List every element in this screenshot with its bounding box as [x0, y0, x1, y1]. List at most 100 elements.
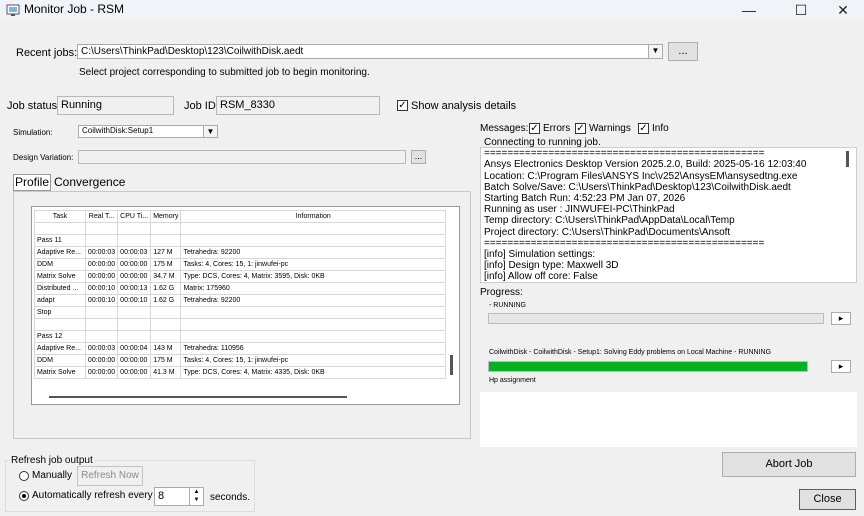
table-cell: 1.62 G: [150, 282, 182, 295]
table-row[interactable]: DDM 00:00:00 00:00:00 175 M Tasks: 4, Cores:…: [34, 258, 446, 271]
table-cell: [84, 306, 119, 319]
table-row[interactable]: Stop: [34, 306, 446, 319]
table-cell: [84, 234, 119, 247]
overall-expand-button[interactable]: ▸: [831, 312, 851, 325]
simulation-select[interactable]: CoilwithDisk:Setup1 ▼: [78, 125, 218, 138]
table-cell: 1.62 G: [150, 294, 182, 307]
table-cell: DDM: [34, 354, 86, 367]
errors-checkbox[interactable]: ✓: [529, 123, 540, 134]
message-line: Ansys Electronics Desktop Version 2025.2…: [484, 159, 807, 171]
spin-up-icon[interactable]: ▲: [190, 488, 203, 496]
task-expand-button[interactable]: ▸: [831, 360, 851, 373]
browse-button[interactable]: ...: [668, 42, 698, 61]
recent-jobs-combobox[interactable]: C:\Users\ThinkPad\Desktop\123\CoilwithDi…: [77, 44, 663, 59]
design-variation-label: Design Variation:: [13, 153, 74, 162]
messages-scroll-thumb[interactable]: [846, 151, 849, 167]
table-cell: Matrix Solve: [34, 366, 86, 379]
message-line: Temp directory: C:\Users\ThinkPad\AppDat…: [484, 215, 735, 227]
task-progress-bar: [488, 361, 808, 372]
table-cell: [150, 318, 182, 331]
tab-convergence[interactable]: Convergence: [54, 175, 125, 189]
table-cell: 00:00:00: [117, 258, 152, 271]
spin-down-icon[interactable]: ▼: [190, 496, 203, 504]
table-cell: [180, 306, 446, 319]
table-cell: 175 M: [150, 258, 182, 271]
table-row[interactable]: [34, 318, 446, 331]
info-checkbox[interactable]: ✓: [638, 123, 649, 134]
table-cell: [150, 234, 182, 247]
table-cell: [34, 222, 86, 235]
table-cell: Type: DCS, Cores: 4, Matrix: 4335, Disk:…: [180, 366, 446, 379]
table-cell: adapt: [34, 294, 86, 307]
table-cell: [150, 222, 182, 235]
table-row[interactable]: Pass 11: [34, 234, 446, 247]
maximize-button[interactable]: ☐: [778, 0, 824, 20]
table-row[interactable]: [34, 222, 446, 235]
table-cell: 00:00:10: [84, 282, 119, 295]
design-variation-button[interactable]: ...: [411, 150, 426, 164]
table-cell: Matrix Solve: [34, 270, 86, 283]
column-header[interactable]: Real T...: [84, 210, 119, 223]
column-header[interactable]: Information: [180, 210, 446, 223]
show-analysis-details-checkbox[interactable]: ✓: [397, 100, 408, 111]
messages-label: Messages:: [480, 123, 529, 134]
table-cell: Pass 11: [34, 234, 86, 247]
table-cell: 00:00:00: [117, 366, 152, 379]
chevron-down-icon[interactable]: ▼: [648, 45, 662, 58]
manual-refresh-radio[interactable]: [19, 471, 29, 481]
auto-refresh-radio[interactable]: [19, 491, 29, 501]
table-cell: 00:00:04: [117, 342, 152, 355]
table-cell: Adaptive Re...: [34, 342, 86, 355]
table-cell: Matrix: 175960: [180, 282, 446, 295]
job-id-label: Job ID:: [184, 100, 219, 112]
table-row[interactable]: Pass 12: [34, 330, 446, 343]
table-cell: [150, 306, 182, 319]
design-variation-field: [78, 150, 406, 164]
table-horizontal-scroll-thumb[interactable]: [49, 396, 347, 398]
message-line: Location: C:\Program Files\ANSYS Inc\v25…: [484, 170, 798, 182]
info-label: Info: [652, 123, 669, 134]
profile-table: Task Real T... CPU Ti... Memory Information …: [34, 210, 446, 379]
chevron-down-icon[interactable]: ▼: [203, 126, 217, 137]
table-row[interactable]: Matrix Solve 00:00:00 00:00:00 34.7 M Type: …: [34, 270, 446, 283]
table-cell: 175 M: [150, 354, 182, 367]
table-cell: 00:00:03: [84, 246, 119, 259]
table-cell: Stop: [34, 306, 86, 319]
refresh-interval-spinner[interactable]: 8 ▲ ▼: [154, 487, 204, 506]
progress-label: Progress:: [480, 287, 523, 298]
table-row[interactable]: Adaptive Re... 00:00:03 00:00:03 127 M Tetra…: [34, 246, 446, 259]
column-header[interactable]: Memory: [150, 210, 182, 223]
refresh-now-button[interactable]: Refresh Now: [77, 466, 143, 486]
table-cell: [117, 306, 152, 319]
table-cell: Tetrahedra: 92200: [180, 246, 446, 259]
refresh-interval-value: 8: [158, 490, 165, 502]
column-header[interactable]: Task: [34, 210, 86, 223]
message-line: [info] Allow off core: False: [484, 271, 598, 283]
close-button[interactable]: Close: [799, 489, 856, 510]
table-cell: Tetrahedra: 110956: [180, 342, 446, 355]
abort-job-button[interactable]: Abort Job: [722, 452, 856, 477]
message-line: Batch Solve/Save: C:\Users\ThinkPad\Desk…: [484, 181, 791, 193]
table-cell: [180, 318, 446, 331]
errors-label: Errors: [543, 123, 571, 134]
seconds-label: seconds.: [210, 492, 251, 503]
table-cell: 143 M: [150, 342, 182, 355]
tab-profile[interactable]: Profile: [13, 174, 51, 191]
table-row[interactable]: Matrix Solve 00:00:00 00:00:00 41.3 M Type: …: [34, 366, 446, 379]
column-header[interactable]: CPU Ti...: [117, 210, 152, 223]
minimize-button[interactable]: —: [726, 0, 772, 20]
table-vertical-scroll-thumb[interactable]: [450, 355, 453, 375]
table-cell: 34.7 M: [150, 270, 182, 283]
table-row[interactable]: adapt 00:00:10 00:00:10 1.62 G Tetrahedra: 9…: [34, 294, 446, 307]
table-row[interactable]: DDM 00:00:00 00:00:00 175 M Tasks: 4, Cores:…: [34, 354, 446, 367]
table-cell: 00:00:00: [84, 354, 119, 367]
message-line: [info] Simulation settings:: [484, 249, 596, 260]
table-row[interactable]: Distributed ... 00:00:10 00:00:13 1.62 G Mat…: [34, 282, 446, 295]
warnings-checkbox[interactable]: ✓: [575, 123, 586, 134]
table-cell: 00:00:00: [84, 258, 119, 271]
table-row[interactable]: Adaptive Re... 00:00:03 00:00:04 143 M Tetra…: [34, 342, 446, 355]
table-cell: 00:00:00: [117, 354, 152, 367]
close-window-button[interactable]: ✕: [820, 0, 864, 20]
table-cell: 00:00:03: [117, 246, 152, 259]
message-line: ========================================…: [484, 148, 765, 160]
